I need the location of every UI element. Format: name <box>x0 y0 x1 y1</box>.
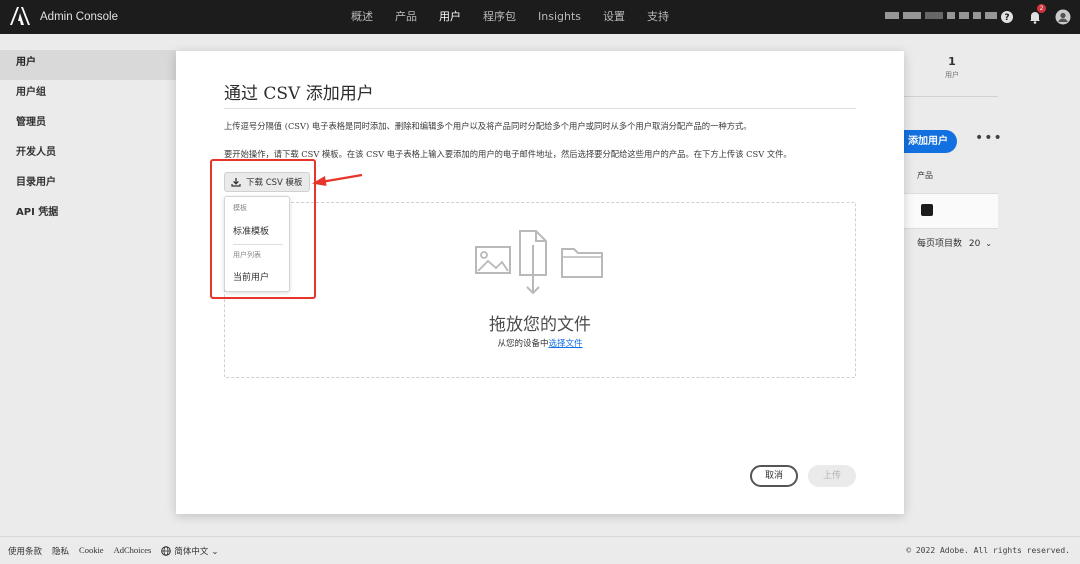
dialog-title: 通过 CSV 添加用户 <box>224 84 374 104</box>
upload-button[interactable]: 上传 <box>808 465 856 487</box>
title-divider <box>224 108 856 109</box>
annotation-arrow-icon <box>312 173 363 186</box>
drop-zone-subtitle-prefix: 从您的设备中 <box>497 339 549 349</box>
annotation-highlight-box <box>210 159 316 299</box>
dialog-description: 上传逗号分隔值 (CSV) 电子表格是同时添加、删除和编辑多个用户以及将产品同时… <box>224 121 752 131</box>
file-upload-illustration-icon <box>475 230 603 295</box>
add-users-csv-dialog: 通过 CSV 添加用户 上传逗号分隔值 (CSV) 电子表格是同时添加、删除和编… <box>176 51 904 514</box>
drop-zone-title: 拖放您的文件 <box>489 315 591 335</box>
drop-zone-subtitle: 从您的设备中选择文件 <box>224 337 856 349</box>
select-file-link[interactable]: 选择文件 <box>549 339 583 349</box>
cancel-button[interactable]: 取消 <box>750 465 798 487</box>
